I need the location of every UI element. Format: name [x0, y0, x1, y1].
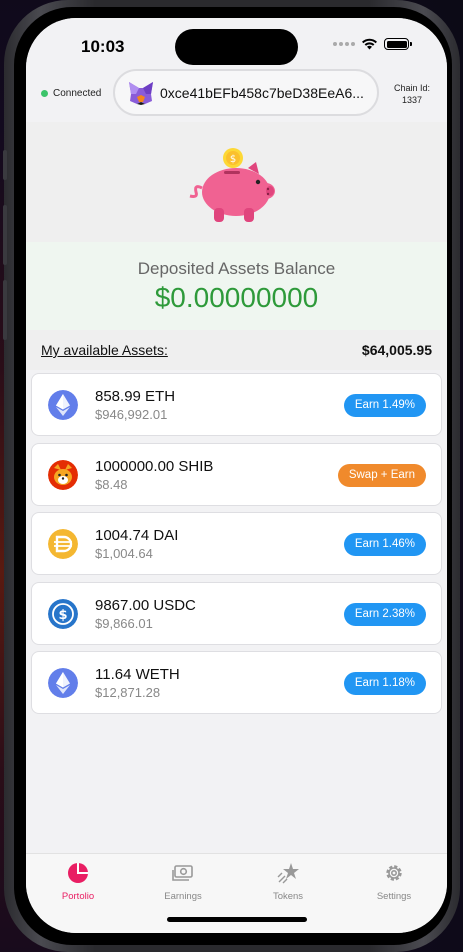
- status-icons: [333, 38, 412, 50]
- eth-icon: [48, 390, 78, 420]
- asset-list: 858.99 ETH $946,992.01 Earn 1.49% 100000…: [31, 373, 442, 721]
- piggy-bank-icon: $: [189, 148, 275, 222]
- asset-row-eth[interactable]: 858.99 ETH $946,992.01 Earn 1.49%: [31, 373, 442, 436]
- signal-icon: [333, 42, 355, 46]
- svg-text:$: $: [230, 154, 236, 165]
- earn-button[interactable]: Earn 1.49%: [343, 394, 426, 417]
- asset-row-dai[interactable]: 1004.74 DAI $1,004.64 Earn 1.46%: [31, 512, 442, 575]
- chain-label: Chain Id:: [393, 83, 430, 93]
- asset-amount: 1004.74 DAI: [95, 527, 179, 544]
- app-screen: 10:03 Connected 0xce41bEFb458c7beD38EeA6…: [26, 18, 447, 933]
- tab-tokens[interactable]: Tokens: [248, 862, 328, 902]
- assets-header: My available Assets: $64,005.95: [26, 330, 447, 370]
- asset-usd-value: $9,866.01: [95, 615, 153, 631]
- usdc-icon: $: [48, 598, 78, 629]
- earn-button[interactable]: Earn 2.38%: [343, 602, 426, 626]
- connection-label: Connected: [53, 88, 102, 99]
- wallet-bar: Connected 0xce41bEFb458c7beD38EeA6... Ch…: [26, 68, 447, 120]
- tab-label: Earnings: [164, 891, 202, 902]
- wifi-icon: [362, 38, 377, 50]
- earn-button[interactable]: Earn 1.18%: [343, 672, 426, 695]
- asset-row-shib[interactable]: 1000000.00 SHIB $8.48 Swap + Earn: [31, 442, 442, 506]
- status-bar: 10:03: [26, 18, 447, 68]
- chain-info: Chain Id: 1337: [394, 82, 430, 106]
- dai-icon: [48, 529, 78, 559]
- tab-label: Settings: [376, 891, 412, 902]
- asset-amount: 858.99 ETH: [95, 388, 176, 405]
- asset-usd-value: $946,992.01: [95, 407, 168, 422]
- swap-earn-button[interactable]: Swap + Earn: [337, 463, 426, 487]
- hero-section: $: [26, 122, 447, 242]
- dynamic-island: [175, 29, 298, 65]
- gear-icon: [386, 865, 402, 881]
- earn-button[interactable]: Earn 1.46%: [343, 533, 426, 556]
- wallet-address: 0xce41bEFb458c7beD38EeA6...: [160, 84, 364, 101]
- tab-bar: Portolio Earnings Tokens Settings: [26, 853, 447, 933]
- connected-dot-icon: [41, 90, 48, 97]
- asset-amount: 9867.00 USDC: [95, 596, 196, 614]
- asset-amount: 11.64 WETH: [95, 666, 180, 683]
- cash-icon: [172, 865, 193, 881]
- tab-earnings[interactable]: Earnings: [143, 862, 223, 902]
- chain-id: 1337: [401, 95, 422, 105]
- deposit-section: Deposited Assets Balance $0.00000000: [26, 242, 447, 330]
- assets-label[interactable]: My available Assets:: [41, 342, 168, 358]
- assets-total: $64,005.95: [361, 342, 432, 358]
- home-indicator[interactable]: [167, 917, 307, 922]
- asset-amount: 1000000.00 SHIB: [95, 457, 214, 475]
- tab-settings[interactable]: Settings: [354, 862, 434, 902]
- asset-row-weth[interactable]: 11.64 WETH $12,871.28 Earn 1.18%: [31, 651, 442, 714]
- shib-icon: [48, 459, 78, 490]
- action-button: [3, 150, 7, 180]
- tab-label: Tokens: [272, 891, 304, 902]
- metamask-fox-icon: [129, 81, 153, 105]
- asset-row-usdc[interactable]: $ 9867.00 USDC $9,866.01 Earn 2.38%: [31, 581, 442, 645]
- deposit-balance: $0.00000000: [154, 282, 319, 313]
- tab-portfolio[interactable]: Portolio: [38, 862, 118, 902]
- battery-icon: [384, 38, 412, 50]
- volume-up-button: [3, 205, 7, 265]
- weth-icon: [48, 668, 78, 698]
- asset-usd-value: $1,004.64: [95, 546, 153, 561]
- tab-label: Portolio: [61, 891, 95, 902]
- stars-icon: [277, 863, 299, 884]
- wallet-address-button[interactable]: 0xce41bEFb458c7beD38EeA6...: [113, 69, 379, 116]
- deposit-title: Deposited Assets Balance: [137, 259, 336, 278]
- asset-usd-value: $8.48: [95, 476, 128, 492]
- pie-chart-icon: [68, 863, 88, 883]
- volume-down-button: [3, 280, 7, 340]
- svg-text:$: $: [58, 608, 67, 623]
- status-time: 10:03: [81, 37, 125, 56]
- connection-status: Connected: [41, 88, 101, 99]
- asset-usd-value: $12,871.28: [95, 685, 161, 700]
